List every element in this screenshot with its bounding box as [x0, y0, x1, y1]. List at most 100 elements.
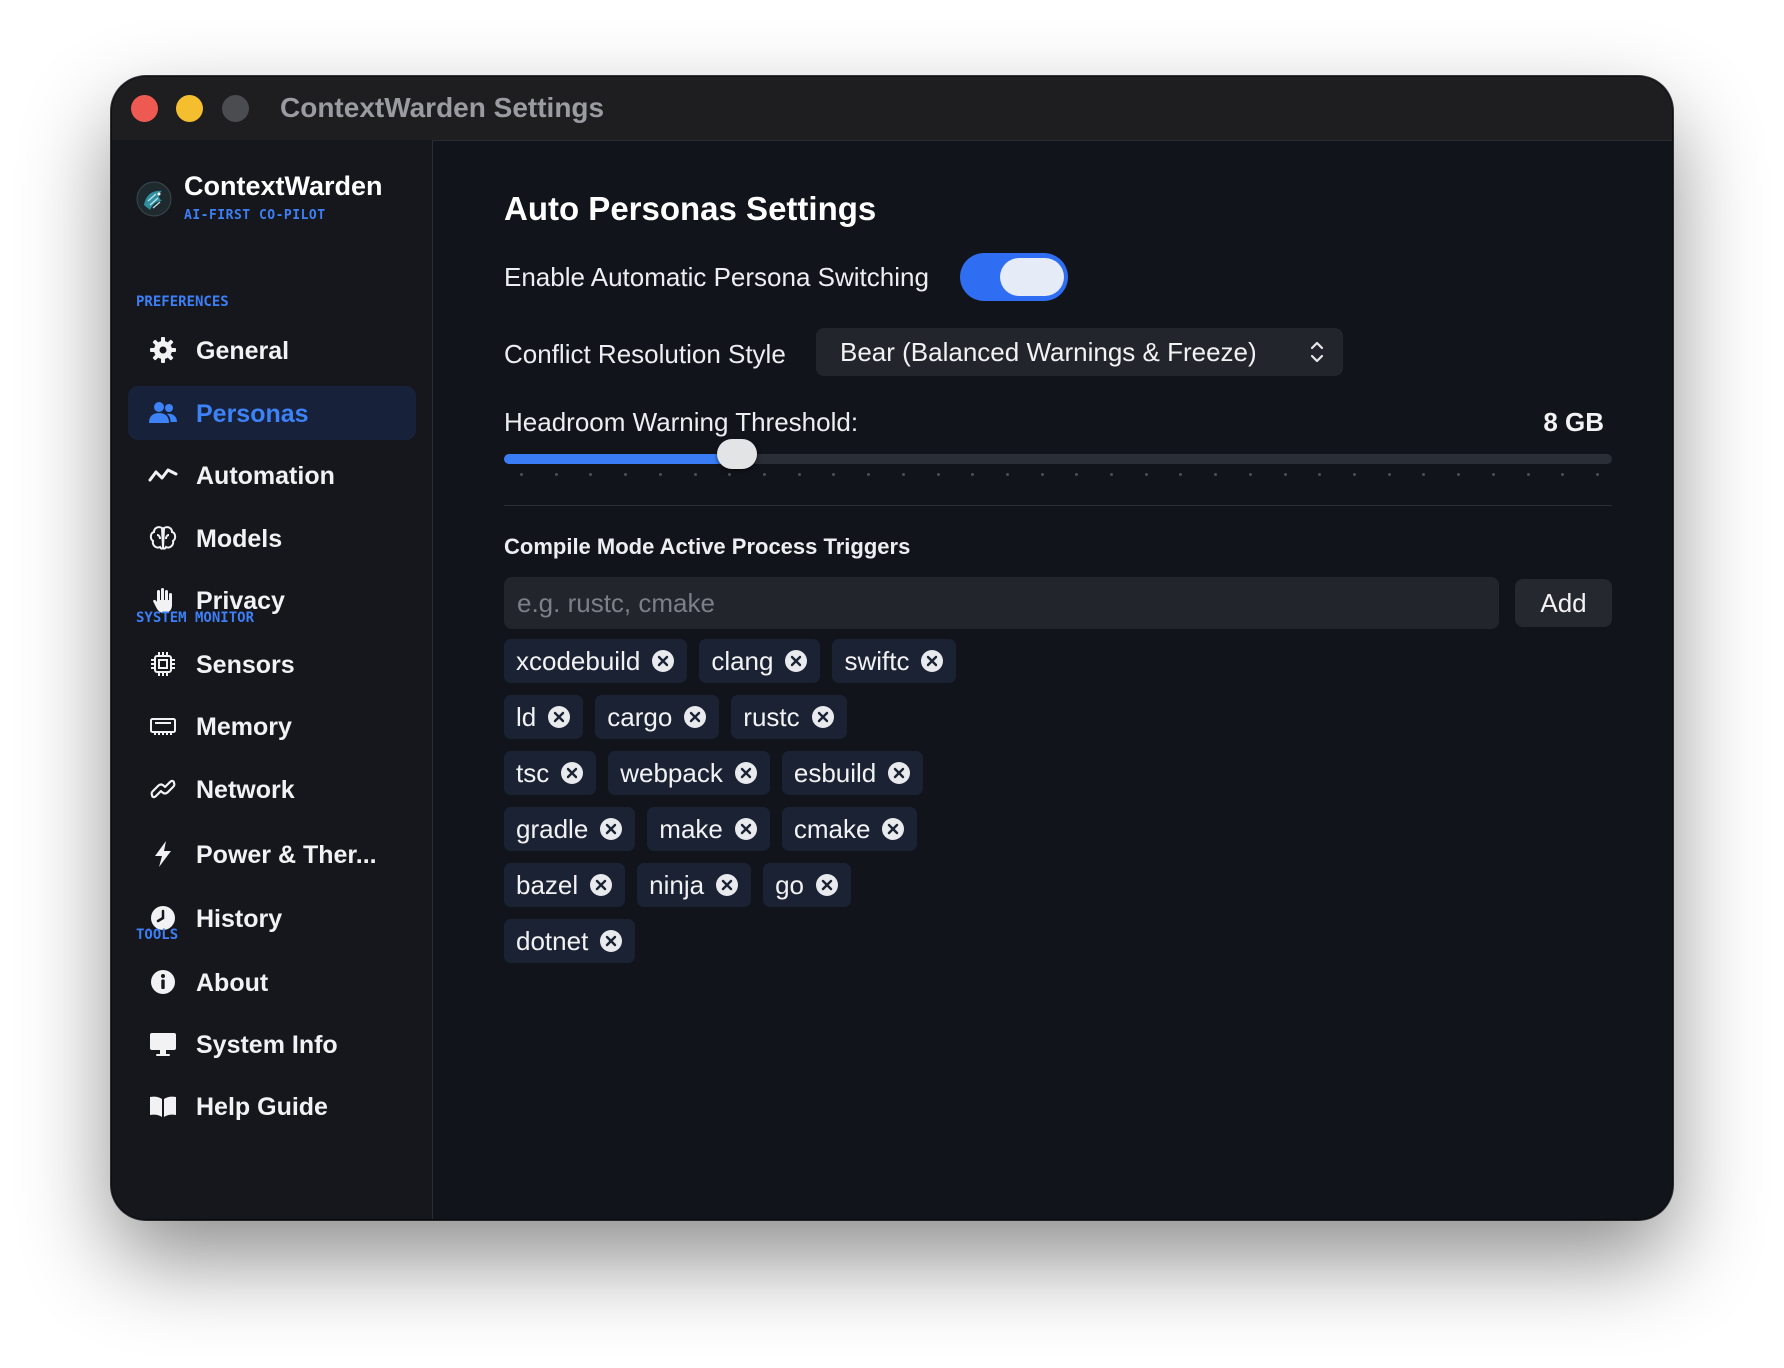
remove-chip-icon[interactable] — [887, 761, 911, 785]
remove-chip-icon[interactable] — [547, 705, 571, 729]
section-label-preferences: PREFERENCES — [136, 294, 229, 310]
trigger-chip-label: webpack — [620, 757, 723, 788]
sidebar-item-system-info[interactable]: System Info — [128, 1017, 416, 1071]
book-icon — [150, 1096, 176, 1117]
sidebar-item-memory[interactable]: Memory — [128, 699, 416, 753]
sidebar-item-automation[interactable]: Automation — [128, 448, 416, 502]
app-logo-icon — [136, 181, 172, 217]
slider-tick — [624, 473, 628, 476]
chip-row: tsc webpack esbuild — [504, 751, 1612, 795]
remove-chip-icon[interactable] — [651, 649, 675, 673]
brain-icon — [149, 526, 177, 550]
trigger-chip: rustc — [731, 695, 847, 739]
slider-fill — [504, 454, 737, 464]
sidebar-item-label: System Info — [196, 1031, 338, 1059]
sidebar-item-power-thermal[interactable]: Power & Ther... — [128, 827, 416, 881]
remove-chip-icon[interactable] — [683, 705, 707, 729]
triggers-title: Compile Mode Active Process Triggers — [504, 534, 911, 559]
trigger-chip-label: clang — [711, 645, 774, 676]
memory-icon — [150, 718, 176, 735]
chip-icon — [151, 652, 175, 676]
slider-tick — [936, 473, 940, 476]
trigger-chip: ninja — [637, 863, 752, 907]
remove-chip-icon[interactable] — [599, 817, 623, 841]
sidebar-item-label: Sensors — [196, 651, 295, 679]
remove-chip-icon[interactable] — [560, 761, 584, 785]
sidebar-item-label: Personas — [196, 400, 309, 428]
remove-chip-icon[interactable] — [811, 705, 835, 729]
trigger-chip: xcodebuild — [504, 639, 688, 683]
slider-tick — [832, 473, 836, 476]
sidebar-item-about[interactable]: About — [128, 955, 416, 1009]
remove-chip-icon[interactable] — [715, 873, 739, 897]
sidebar-item-label: Power & Ther... — [196, 841, 377, 869]
zoom-window-button[interactable] — [222, 95, 249, 122]
trigger-chip: clang — [699, 639, 821, 683]
remove-chip-icon[interactable] — [784, 649, 808, 673]
sidebar-item-general[interactable]: General — [128, 323, 416, 377]
remove-chip-icon[interactable] — [920, 649, 944, 673]
conflict-style-select[interactable]: Bear (Balanced Warnings & Freeze) — [816, 328, 1343, 376]
threshold-slider[interactable] — [504, 439, 1612, 469]
sidebar-item-models[interactable]: Models — [128, 511, 416, 565]
monitor-icon — [150, 1033, 176, 1056]
add-trigger-button[interactable]: Add — [1515, 579, 1612, 627]
trigger-chip-label: xcodebuild — [516, 645, 641, 676]
slider-tick — [1040, 473, 1044, 476]
trigger-chip-label: bazel — [516, 869, 579, 900]
slider-tick — [589, 473, 593, 476]
auto-switch-toggle[interactable] — [960, 253, 1068, 301]
brand-tagline: AI-FIRST CO-PILOT — [184, 208, 326, 223]
trigger-chip: ld — [504, 695, 584, 739]
close-window-button[interactable] — [131, 95, 158, 122]
trigger-chip: dotnet — [504, 919, 636, 963]
remove-chip-icon[interactable] — [589, 873, 613, 897]
trigger-chip-label: cargo — [607, 701, 673, 732]
trigger-input[interactable] — [504, 577, 1499, 629]
remove-chip-icon[interactable] — [881, 817, 905, 841]
sidebar-item-help-guide[interactable]: Help Guide — [128, 1079, 416, 1133]
remove-chip-icon[interactable] — [734, 761, 758, 785]
slider-tick — [1491, 473, 1495, 476]
title-bar: ContextWarden Settings — [112, 77, 1672, 141]
minimize-window-button[interactable] — [176, 95, 203, 122]
trigger-chip-label: go — [775, 869, 805, 900]
sidebar-item-personas[interactable]: Personas — [128, 386, 416, 440]
main-panel: Auto Personas Settings Enable Automatic … — [433, 140, 1672, 1219]
gear-icon — [150, 337, 176, 363]
sidebar-item-label: Automation — [196, 462, 335, 490]
remove-chip-icon[interactable] — [734, 817, 758, 841]
threshold-value: 8 GB — [1543, 407, 1604, 437]
sidebar-item-label: Models — [196, 525, 283, 553]
threshold-label: Headroom Warning Threshold: — [504, 407, 859, 437]
remove-chip-icon[interactable] — [599, 929, 623, 953]
sidebar-item-label: Help Guide — [196, 1093, 328, 1121]
brand-name: ContextWarden — [184, 171, 383, 201]
remove-chip-icon[interactable] — [815, 873, 839, 897]
sidebar-item-sensors[interactable]: Sensors — [128, 637, 416, 691]
trigger-chip-label: make — [659, 813, 723, 844]
slider-tick — [762, 473, 766, 476]
slider-thumb[interactable] — [716, 439, 757, 469]
sidebar-item-label: Memory — [196, 713, 292, 741]
sidebar-item-label: General — [196, 337, 290, 365]
toggle-knob — [1000, 258, 1064, 296]
section-label-system-monitor: SYSTEM MONITOR — [136, 610, 255, 626]
chip-row: xcodebuild clang swiftc — [504, 639, 1612, 683]
waveform-icon — [148, 468, 178, 482]
slider-tick — [1457, 473, 1461, 476]
trigger-chip-label: dotnet — [516, 925, 589, 956]
slider-tick — [1561, 473, 1565, 476]
sidebar-item-network[interactable]: Network — [128, 762, 416, 816]
slider-tick — [1596, 473, 1599, 476]
trigger-chip: go — [763, 863, 852, 907]
window-title: ContextWarden Settings — [280, 92, 605, 123]
trigger-chip: webpack — [608, 751, 770, 795]
slider-tick — [1075, 473, 1079, 476]
link-icon — [150, 779, 176, 799]
trigger-chip: gradle — [504, 807, 636, 851]
sidebar: ContextWarden AI-FIRST CO-PILOT PREFEREN… — [112, 140, 433, 1219]
sidebar-item-label: History — [196, 905, 283, 933]
trigger-chip: cmake — [781, 807, 918, 851]
trigger-chip-label: rustc — [743, 701, 800, 732]
